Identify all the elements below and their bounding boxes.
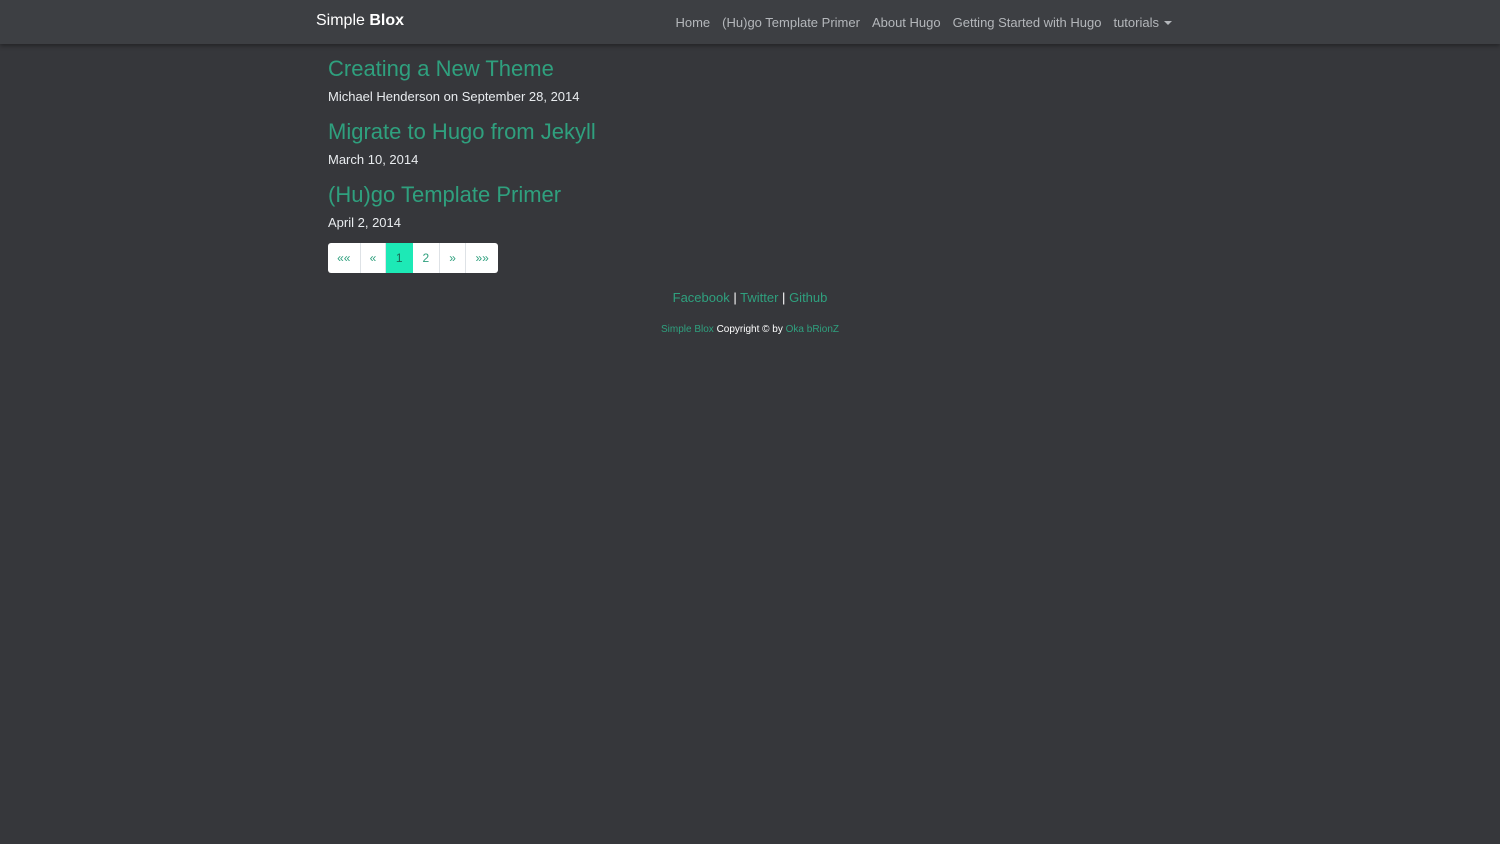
social-links: Facebook | Twitter | Github: [0, 290, 1500, 305]
post-title-link[interactable]: Creating a New Theme: [328, 54, 554, 84]
brand-light-text: Simple: [316, 12, 365, 29]
post-list: Creating a New Theme Michael Henderson o…: [328, 54, 1178, 273]
pagination-page-2[interactable]: 2: [413, 243, 440, 273]
post-meta: March 10, 2014: [328, 152, 419, 167]
nav-link-getting-started[interactable]: Getting Started with Hugo: [947, 15, 1108, 30]
github-link[interactable]: Github: [789, 290, 827, 305]
pagination-first-button[interactable]: ««: [328, 243, 361, 273]
post-item: (Hu)go Template Primer April 2, 2014: [328, 180, 1178, 231]
pagination: «« « 1 2 » »»: [328, 243, 498, 273]
site-name-link[interactable]: Simple Blox: [661, 324, 714, 335]
copyright: Simple Blox Copyright © by Oka bRionZ: [0, 324, 1500, 335]
post-item: Migrate to Hugo from Jekyll March 10, 20…: [328, 117, 1178, 168]
post-meta: April 2, 2014: [328, 215, 401, 230]
link-separator: |: [733, 290, 737, 305]
post-meta: Michael Henderson on September 28, 2014: [328, 89, 580, 104]
nav-link-template-primer[interactable]: (Hu)go Template Primer: [716, 15, 866, 30]
brand-bold-text: Blox: [369, 12, 405, 29]
caret-down-icon: [1164, 21, 1172, 26]
pagination-last-button[interactable]: »»: [466, 243, 498, 273]
author-link[interactable]: Oka bRionZ: [786, 324, 839, 335]
link-separator: |: [782, 290, 786, 305]
post-title-link[interactable]: (Hu)go Template Primer: [328, 180, 561, 210]
copyright-text: Copyright © by: [716, 324, 783, 335]
post-title-link[interactable]: Migrate to Hugo from Jekyll: [328, 117, 596, 147]
site-brand[interactable]: Simple Blox: [316, 12, 404, 30]
nav-link-about-hugo[interactable]: About Hugo: [866, 15, 947, 30]
twitter-link[interactable]: Twitter: [740, 290, 778, 305]
nav-dropdown-tutorials-label: tutorials: [1113, 14, 1159, 30]
pagination-next-button[interactable]: »: [439, 243, 467, 273]
navbar: Simple Blox Home (Hu)go Template Primer …: [0, 0, 1500, 44]
facebook-link[interactable]: Facebook: [673, 290, 730, 305]
pagination-prev-button[interactable]: «: [360, 243, 387, 273]
nav-menu: Home (Hu)go Template Primer About Hugo G…: [669, 0, 1178, 44]
nav-link-home[interactable]: Home: [669, 15, 716, 30]
post-item: Creating a New Theme Michael Henderson o…: [328, 54, 1178, 105]
nav-dropdown-tutorials[interactable]: tutorials: [1107, 15, 1178, 30]
pagination-page-1[interactable]: 1: [386, 243, 413, 273]
